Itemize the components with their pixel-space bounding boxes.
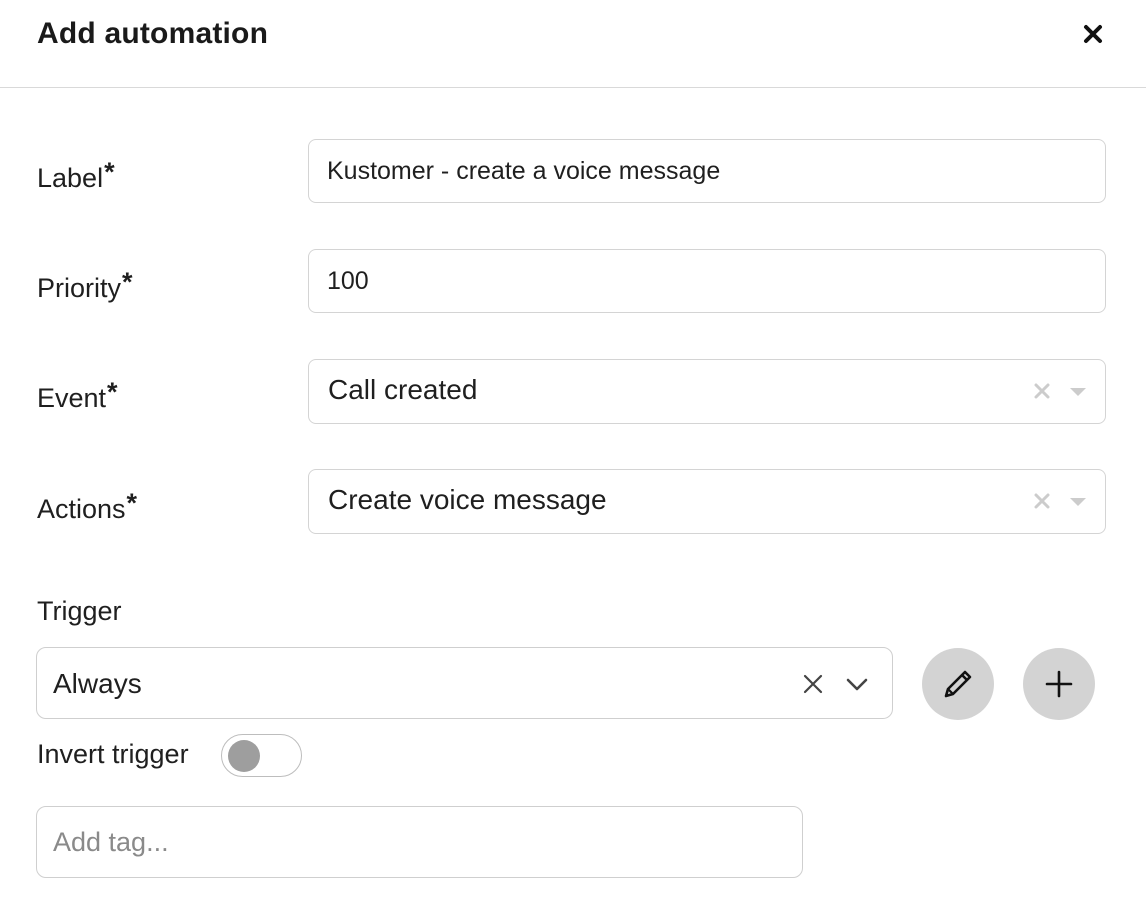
trigger-label: Trigger [37, 596, 122, 626]
close-button[interactable] [1078, 18, 1108, 50]
actions-clear-button[interactable] [1031, 490, 1053, 512]
chevron-down-icon[interactable] [844, 674, 870, 694]
priority-field-label: Priority* [37, 267, 133, 303]
event-clear-button[interactable] [1031, 380, 1053, 402]
add-tag-input[interactable] [36, 806, 803, 878]
dialog-title: Add automation [37, 17, 269, 50]
caret-down-icon[interactable] [1069, 386, 1087, 398]
add-trigger-button[interactable] [1023, 648, 1095, 720]
actions-field-label: Actions* [37, 488, 138, 524]
actions-select[interactable]: Create voice message [308, 469, 1106, 534]
required-mark: * [104, 157, 115, 187]
event-field-label: Event* [37, 377, 118, 413]
invert-trigger-toggle[interactable] [221, 734, 302, 777]
edit-trigger-button[interactable] [922, 648, 994, 720]
dialog-header: Add automation [0, 0, 1146, 88]
event-select-value: Call created [328, 374, 478, 405]
required-mark: * [107, 377, 118, 407]
priority-input[interactable] [308, 249, 1106, 313]
required-mark: * [122, 267, 133, 297]
plus-icon [1045, 670, 1073, 698]
toggle-knob [228, 740, 260, 772]
trigger-select[interactable]: Always [36, 647, 893, 719]
actions-select-value: Create voice message [328, 484, 607, 515]
close-icon [1084, 25, 1102, 43]
clear-icon[interactable] [801, 672, 825, 696]
clear-icon [1034, 493, 1050, 509]
label-field-label: Label* [37, 157, 115, 193]
pencil-icon [944, 670, 972, 698]
invert-trigger-label: Invert trigger [37, 739, 189, 769]
clear-icon [1034, 383, 1050, 399]
required-mark: * [126, 488, 138, 518]
trigger-select-value: Always [53, 668, 142, 699]
event-select[interactable]: Call created [308, 359, 1106, 424]
caret-down-icon[interactable] [1069, 496, 1087, 508]
label-input[interactable] [308, 139, 1106, 203]
